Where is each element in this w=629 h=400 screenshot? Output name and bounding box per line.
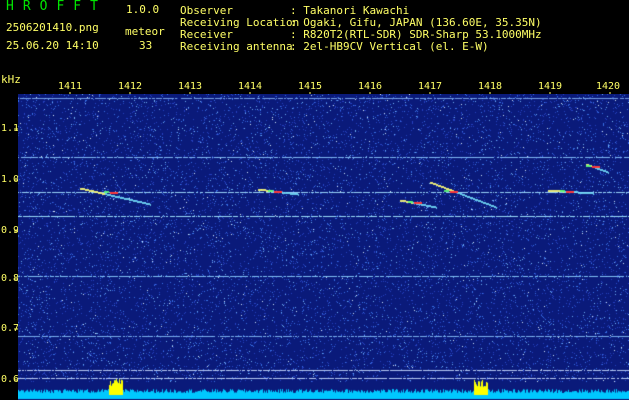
x-tick: 1418 xyxy=(478,81,503,92)
x-tick: 1411 xyxy=(58,81,83,92)
meteor-count: 33 xyxy=(139,39,153,52)
x-tick: 1416 xyxy=(358,81,383,92)
x-tick: 1414 xyxy=(238,81,263,92)
x-tick: 1413 xyxy=(178,81,203,92)
meteor-label: meteor xyxy=(125,25,165,38)
x-tick: 1419 xyxy=(538,81,563,92)
x-tick: 1417 xyxy=(418,81,443,92)
x-tick: 1415 xyxy=(298,81,323,92)
y-tick: 1.1 xyxy=(1,123,20,134)
y-tick: 1.0 xyxy=(1,174,20,185)
y-tick: 0.6 xyxy=(1,374,20,385)
y-axis-unit: kHz xyxy=(1,73,21,86)
y-tick: 0.7 xyxy=(1,323,20,334)
y-tick: 0.8 xyxy=(1,273,20,284)
y-tick: 0.9 xyxy=(1,225,20,236)
spectrogram-canvas xyxy=(18,94,629,400)
app-title: HROFFT xyxy=(6,0,107,14)
header: HROFFT 1.0.0 2506201410.png meteor 25.06… xyxy=(0,0,629,86)
x-tick: 1412 xyxy=(118,81,143,92)
app-version: 1.0.0 xyxy=(126,3,160,16)
file-datetime: 25.06.20 14:10 xyxy=(6,39,99,52)
x-tick: 1420 xyxy=(596,81,621,92)
antenna-value: : 2el-HB9CV Vertical (el. E-W) xyxy=(290,40,489,53)
file-name: 2506201410.png xyxy=(6,21,99,34)
spectrogram xyxy=(18,94,629,400)
antenna-label: Receiving antenna xyxy=(180,40,293,53)
